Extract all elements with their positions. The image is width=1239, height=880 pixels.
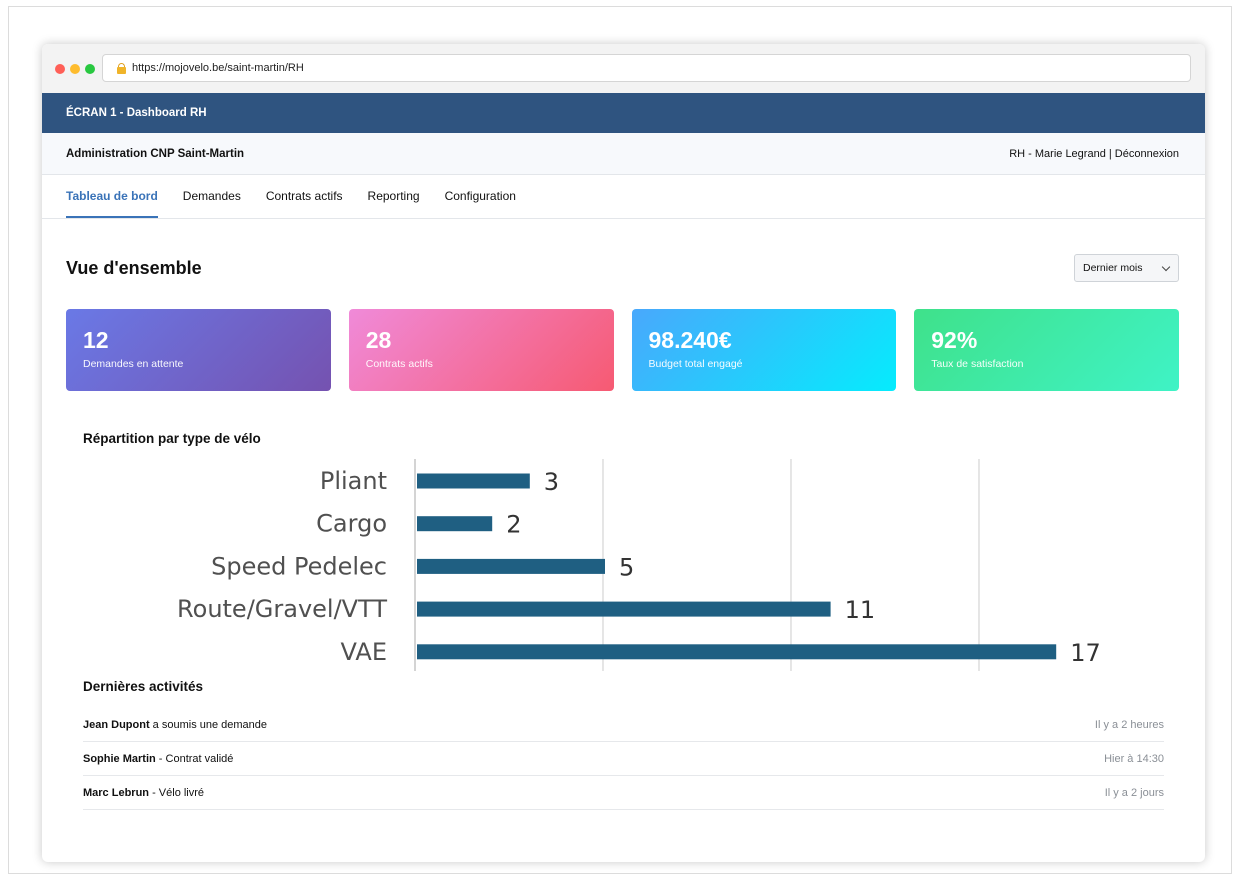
overview-header: Vue d'ensemble Dernier mois [66, 253, 1179, 283]
chart-bar [417, 473, 530, 489]
activity-row[interactable]: Marc Lebrun - Vélo livré Il y a 2 jours [83, 776, 1164, 810]
address-bar[interactable]: https://mojovelo.be/saint-martin/RH [102, 54, 1191, 82]
stat-value: 98.240€ [648, 327, 732, 353]
activity-row[interactable]: Sophie Martin - Contrat validé Hier à 14… [83, 742, 1164, 776]
activity-row[interactable]: Jean Dupont a soumis une demande Il y a … [83, 708, 1164, 742]
period-select[interactable]: Dernier mois [1074, 254, 1179, 282]
stat-value: 92% [931, 327, 978, 353]
activity-time: Hier à 14:30 [1104, 752, 1164, 765]
stat-label: Budget total engagé [648, 358, 743, 370]
tab-configuration[interactable]: Configuration [445, 175, 516, 218]
activity-list: Jean Dupont a soumis une demande Il y a … [83, 708, 1164, 810]
user-info-logout[interactable]: RH - Marie Legrand | Déconnexion [1009, 148, 1179, 160]
stat-card-total-budget[interactable]: 98.240€ Budget total engagé [631, 309, 897, 391]
tab-contrats-actifs[interactable]: Contrats actifs [266, 175, 343, 218]
chart-data-label: 2 [506, 511, 521, 539]
stat-card-active-contracts[interactable]: 28 Contrats actifs [348, 309, 614, 391]
activity-time: Il y a 2 jours [1104, 786, 1164, 799]
activity-action: a soumis une demande [149, 718, 268, 731]
stat-card-satisfaction[interactable]: 92% Taux de satisfaction [914, 309, 1179, 391]
main-nav: Tableau de bord Demandes Contrats actifs… [42, 175, 1205, 219]
activity-text: Jean Dupont a soumis une demande [83, 719, 267, 731]
screen-title-bar: ÉCRAN 1 - Dashboard RH [42, 93, 1205, 133]
chart-bar [417, 601, 831, 617]
tab-demandes[interactable]: Demandes [183, 175, 241, 218]
activity-action: - Contrat validé [155, 752, 234, 765]
activity-person: Marc Lebrun [83, 786, 150, 799]
activity-action: - Vélo livré [149, 786, 205, 799]
chart-category-label: Route/Gravel/VTT [177, 595, 387, 623]
activity-text: Sophie Martin - Contrat validé [83, 753, 233, 765]
main-content: Vue d'ensemble Dernier mois 12 Demandes … [42, 253, 1205, 391]
chart-bar [417, 558, 605, 574]
browser-window: https://mojovelo.be/saint-martin/RH ÉCRA… [42, 44, 1205, 862]
chart-category-label: Speed Pedelec [211, 552, 387, 580]
chart-data-label: 17 [1070, 639, 1101, 667]
app-header: Administration CNP Saint-Martin RH - Mar… [42, 133, 1205, 175]
minimize-window-dot[interactable] [70, 64, 80, 74]
stat-label: Taux de satisfaction [931, 358, 1024, 370]
chart-data-label: 5 [619, 553, 634, 581]
activity-person: Jean Dupont [83, 718, 150, 731]
organization-name: Administration CNP Saint-Martin [66, 147, 245, 160]
stat-label: Contrats actifs [365, 358, 433, 370]
period-select-value: Dernier mois [1083, 262, 1143, 274]
stat-value: 28 [365, 327, 392, 353]
activity-text: Marc Lebrun - Vélo livré [83, 787, 204, 799]
bike-type-chart: Pliant 3 Cargo 2 Speed Pedelec 5 Route/Gravel/… [177, 459, 1101, 671]
url-text: https://mojovelo.be/saint-martin/RH [132, 62, 304, 74]
stat-value: 12 [83, 327, 109, 353]
chart-bar [417, 516, 493, 532]
stat-label: Demandes en attente [83, 358, 184, 370]
chevron-down-icon [1161, 262, 1171, 271]
activity-person: Sophie Martin [83, 752, 156, 765]
close-window-dot[interactable] [55, 64, 65, 74]
maximize-window-dot[interactable] [85, 64, 95, 74]
activities-title: Dernières activités [83, 679, 204, 694]
chart-category-label: Pliant [320, 467, 387, 495]
chart-category-label: VAE [341, 638, 387, 666]
screen-title: ÉCRAN 1 - Dashboard RH [66, 107, 207, 119]
chart-title: Répartition par type de vélo [83, 431, 261, 446]
chart-category-label: Cargo [316, 510, 387, 538]
chart-data-label: 11 [845, 596, 876, 624]
tab-reporting[interactable]: Reporting [368, 175, 420, 218]
browser-toolbar: https://mojovelo.be/saint-martin/RH [42, 44, 1205, 93]
stat-cards: 12 Demandes en attente 28 Contrats actif… [66, 309, 1179, 391]
activity-time: Il y a 2 heures [1094, 718, 1164, 731]
chart-data-label: 3 [544, 468, 559, 496]
stat-card-pending-requests[interactable]: 12 Demandes en attente [66, 309, 331, 391]
tab-tableau-de-bord[interactable]: Tableau de bord [66, 175, 158, 218]
page-title: Vue d'ensemble [66, 257, 202, 278]
lock-icon [117, 62, 126, 74]
chart-bar [417, 644, 1057, 660]
